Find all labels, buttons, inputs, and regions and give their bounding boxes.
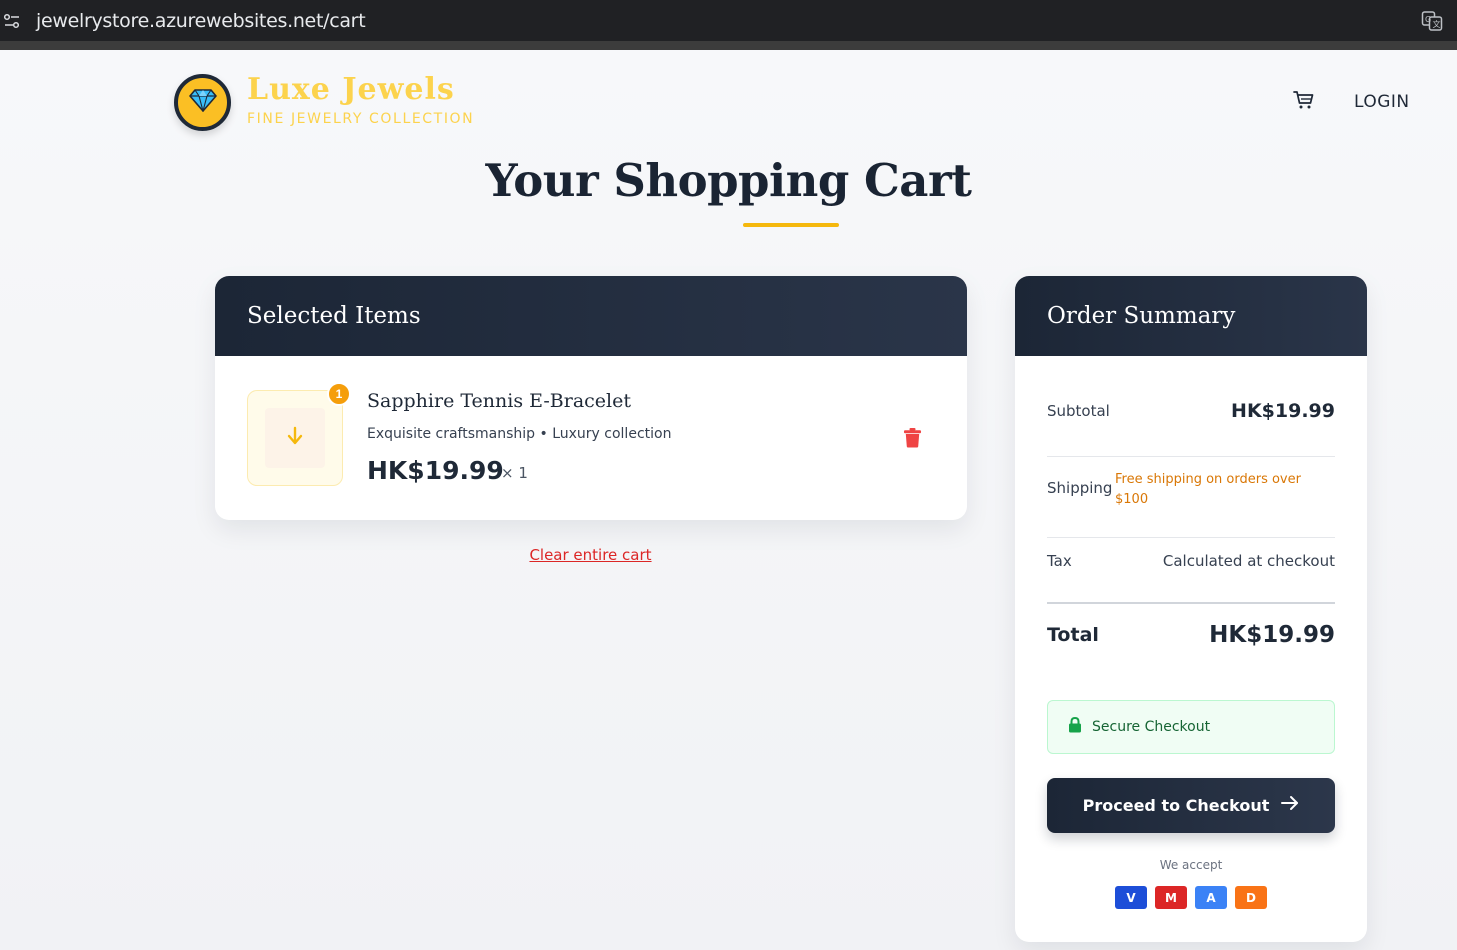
url-text[interactable]: jewelrystore.azurewebsites.net/cart — [36, 10, 366, 32]
shipping-label: Shipping — [1047, 479, 1113, 497]
subtotal-row: Subtotal HK$19.99 — [1047, 400, 1335, 422]
item-description: Exquisite craftsmanship • Luxury collect… — [367, 426, 672, 442]
we-accept-label: We accept — [1159, 858, 1223, 872]
brand-name[interactable]: Luxe Jewels — [247, 72, 455, 107]
divider — [1047, 456, 1335, 457]
page: Luxe Jewels FINE JEWELRY COLLECTION LOGI… — [0, 50, 1457, 950]
mastercard-card-icon: M — [1155, 886, 1187, 909]
divider — [1047, 602, 1335, 604]
remove-item-button[interactable] — [903, 427, 923, 449]
shipping-note: Free shipping on orders over $100 — [1115, 472, 1301, 507]
clear-cart-link[interactable]: Clear entire cart — [0, 546, 1181, 564]
browser-tab-strip — [0, 41, 1457, 50]
checkout-button-label: Proceed to Checkout — [1082, 796, 1270, 815]
visa-card-icon: V — [1115, 886, 1147, 909]
arrow-right-icon — [1269, 795, 1299, 816]
secure-checkout-label: Secure Checkout — [1092, 719, 1211, 735]
secure-checkout-notice: Secure Checkout — [1047, 700, 1335, 754]
selected-items-title: Selected Items — [247, 303, 421, 329]
diamond-icon — [188, 88, 217, 117]
browser-address-bar: jewelrystore.azurewebsites.net/cart G文 — [0, 0, 1457, 41]
item-price: HK$19.99 — [367, 456, 504, 485]
subtotal-label: Subtotal — [1047, 402, 1110, 420]
divider — [1047, 537, 1335, 538]
item-name[interactable]: Sapphire Tennis E-Bracelet — [367, 390, 631, 412]
page-title: Your Shopping Cart — [485, 154, 972, 207]
total-label: Total — [1047, 624, 1099, 646]
quantity-badge: 1 — [327, 382, 351, 406]
title-underline — [743, 223, 839, 227]
order-summary-title: Order Summary — [1047, 303, 1236, 329]
tax-value: Calculated at checkout — [1162, 552, 1335, 570]
logo[interactable] — [174, 74, 231, 131]
login-link[interactable]: LOGIN — [1354, 92, 1410, 112]
payment-cards: V M A D — [1015, 886, 1367, 909]
tax-row: Tax Calculated at checkout — [1047, 552, 1335, 570]
cart-icon — [1293, 90, 1315, 115]
arrow-down-icon — [287, 426, 303, 451]
tax-label: Tax — [1047, 552, 1072, 570]
amex-card-icon: A — [1195, 886, 1227, 909]
item-quantity: × 1 — [501, 464, 528, 482]
order-summary-card: Order Summary Subtotal HK$19.99 Shipping… — [1015, 276, 1367, 942]
discover-card-icon: D — [1235, 886, 1267, 909]
trash-icon — [903, 428, 922, 452]
svg-text:文: 文 — [1433, 19, 1441, 29]
cart-button[interactable] — [1291, 90, 1317, 114]
total-row: Total HK$19.99 — [1047, 622, 1335, 648]
brand-tagline: FINE JEWELRY COLLECTION — [247, 111, 475, 127]
order-summary-header: Order Summary — [1015, 276, 1367, 356]
site-info-icon[interactable] — [1, 10, 23, 32]
selected-items-header: Selected Items — [215, 276, 967, 356]
selected-items-card: Selected Items 1 Sapphire Tennis E-Brace… — [215, 276, 967, 520]
proceed-to-checkout-button[interactable]: Proceed to Checkout — [1047, 778, 1335, 833]
translate-icon[interactable]: G文 — [1421, 10, 1443, 32]
item-thumbnail[interactable] — [247, 390, 343, 486]
subtotal-value: HK$19.99 — [1231, 400, 1335, 422]
lock-icon — [1068, 716, 1082, 738]
svg-text:G: G — [1425, 15, 1431, 24]
total-value: HK$19.99 — [1209, 622, 1335, 648]
